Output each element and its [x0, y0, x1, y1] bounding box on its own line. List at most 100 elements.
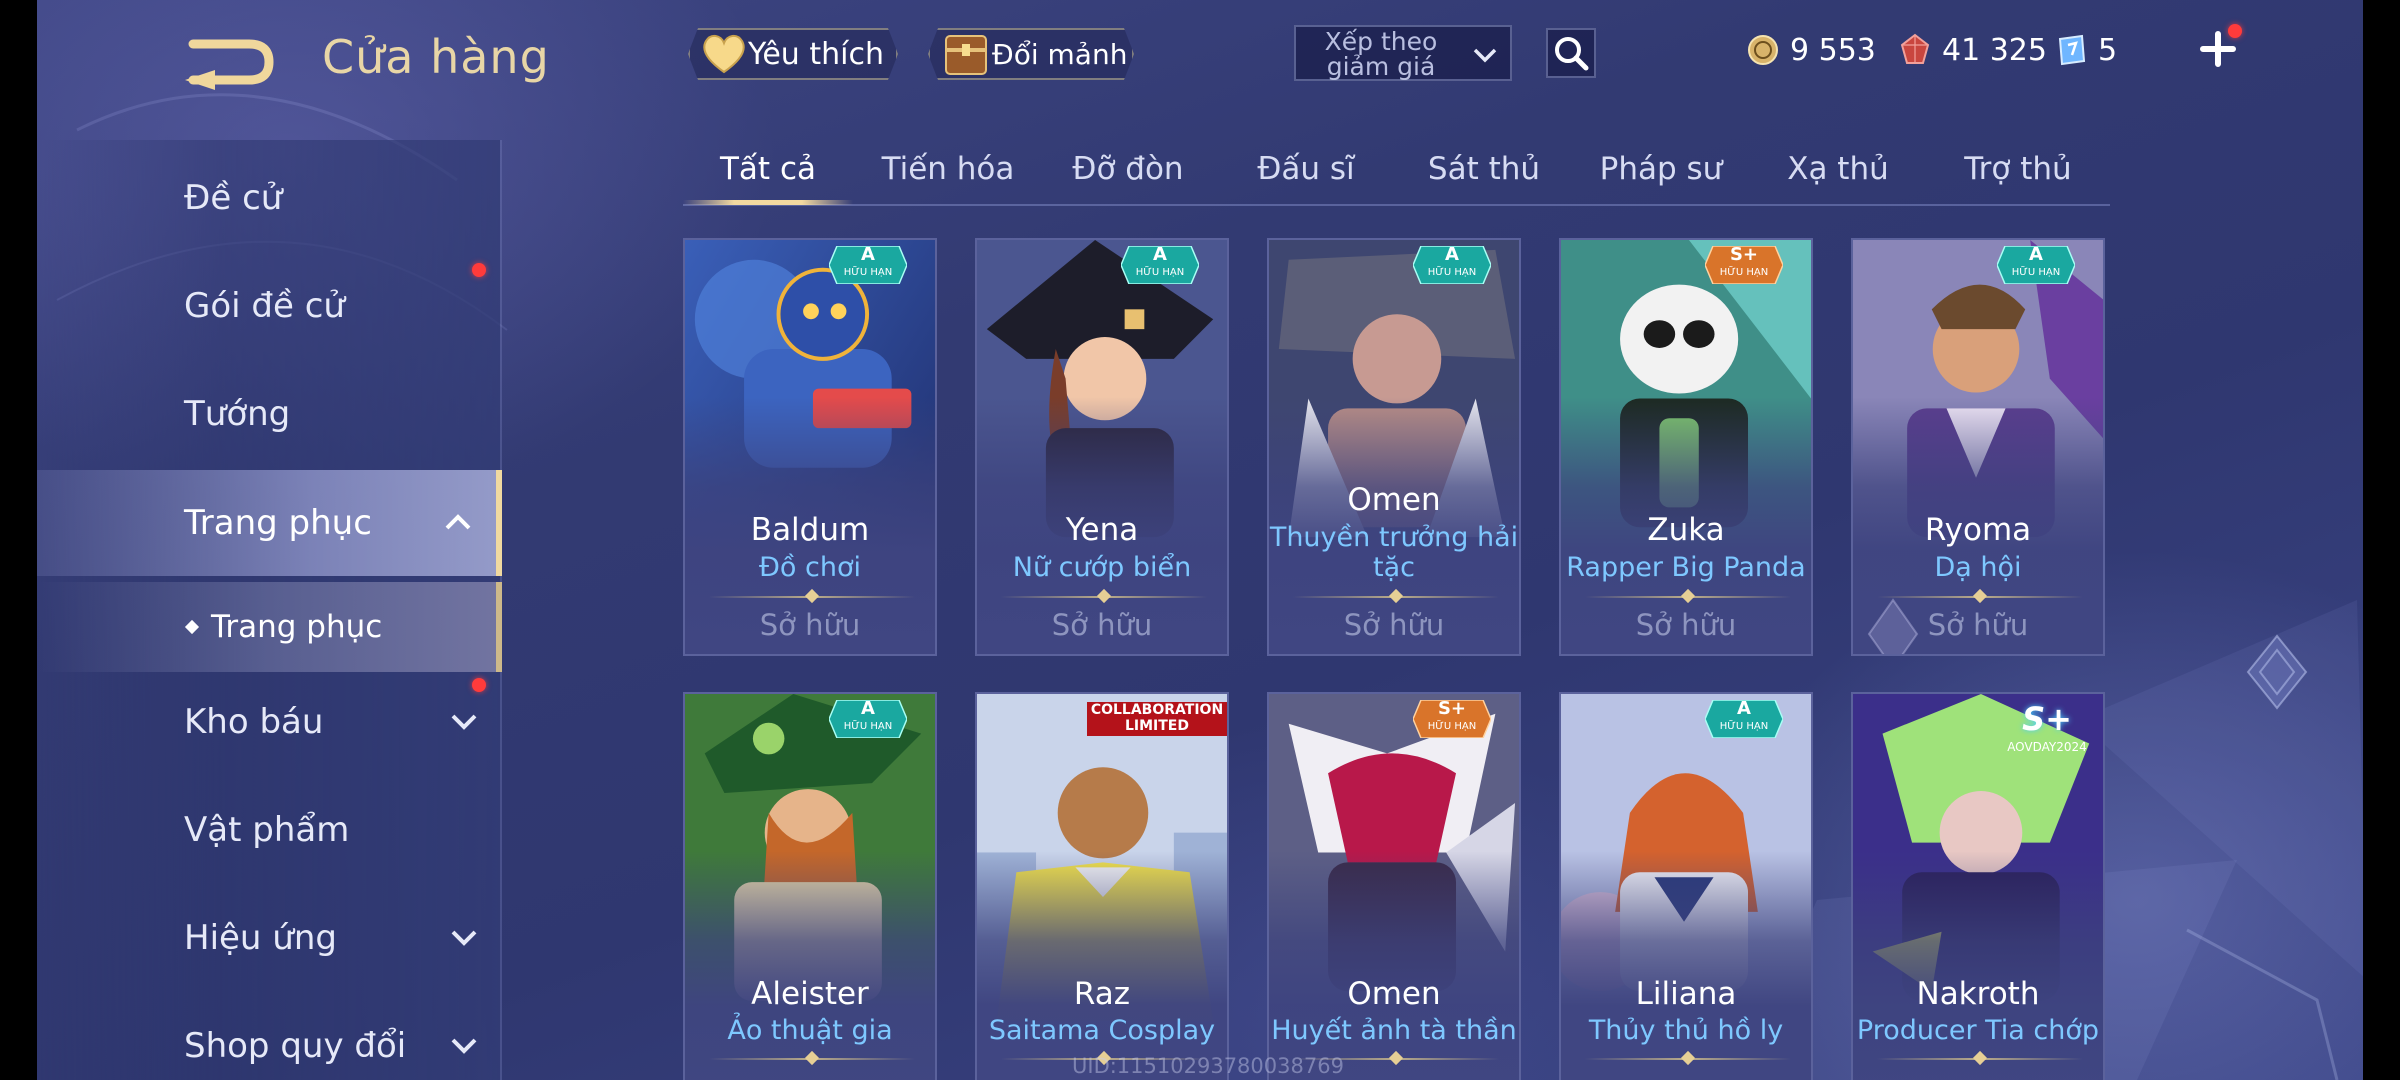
- shop-screen: Cửa hàng Yêu thích Đổi mảnh Xếp theo giả…: [0, 0, 2400, 1080]
- screen-edge-right: [2363, 0, 2400, 1080]
- chevron-down-icon: [451, 714, 477, 730]
- search-icon: [1555, 37, 1589, 71]
- limited-label: HỮU HẠN: [843, 267, 893, 278]
- tier-badge: A HỮU HẠN: [1705, 700, 1783, 738]
- limited-label: HỮU HẠN: [1427, 267, 1477, 278]
- tab-fighter[interactable]: Đấu sĩ: [1221, 146, 1391, 198]
- tier-label: A: [1445, 244, 1459, 265]
- diamond-deco-icon: [2246, 634, 2308, 710]
- sidebar-item-skins[interactable]: Trang phục: [37, 470, 502, 576]
- sidebar-item-label: Gói đề cử: [184, 286, 345, 326]
- owned-status: Sở hữu: [759, 608, 861, 642]
- sidebar-item-effects[interactable]: Hiệu ứng: [37, 892, 502, 984]
- skin-name: Saitama Cosplay: [988, 1015, 1216, 1046]
- tab-tank[interactable]: Đỡ đòn: [1043, 146, 1213, 198]
- skin-name: Thuyền trưởng hải tặc: [1269, 522, 1519, 583]
- sidebar-item-exchange-shop[interactable]: Shop quy đổi: [37, 1000, 502, 1080]
- skin-card[interactable]: A HỮU HẠN Yena Nữ cướp biển Sở hữu: [975, 238, 1229, 656]
- owned-status: Sở hữu: [1927, 608, 2029, 642]
- back-button[interactable]: [185, 30, 275, 90]
- tab-evolution[interactable]: Tiến hóa: [863, 146, 1033, 198]
- tab-support[interactable]: Trợ thủ: [1933, 146, 2103, 198]
- chevron-up-icon: [445, 514, 471, 530]
- skin-card[interactable]: A HỮU HẠN Liliana Thủy thủ hồ ly: [1559, 692, 1813, 1080]
- sidebar-subitem-label: Trang phục: [211, 609, 383, 645]
- limited-label: HỮU HẠN: [2011, 267, 2061, 278]
- tier-badge: S+ HỮU HẠN: [1705, 246, 1783, 284]
- tier-label: A: [1737, 698, 1751, 719]
- tab-mage[interactable]: Pháp sư: [1576, 146, 1746, 198]
- sidebar-item-treasure[interactable]: Kho báu: [37, 676, 502, 768]
- sidebar-item-heroes[interactable]: Tướng: [37, 368, 502, 460]
- skin-card[interactable]: A HỮU HẠN Baldum Đồ chơi Sở hữu: [683, 238, 937, 656]
- tab-marksman[interactable]: Xạ thủ: [1753, 146, 1923, 198]
- tier-badge: A HỮU HẠN: [829, 246, 907, 284]
- favorites-button[interactable]: Yêu thích: [688, 28, 898, 80]
- owned-status: Sở hữu: [1635, 608, 1737, 642]
- chevron-down-icon: [451, 1038, 477, 1054]
- skin-card[interactable]: S+ HỮU HẠN Omen Huyết ảnh tà thần: [1267, 692, 1521, 1080]
- favorites-label: Yêu thích: [748, 36, 884, 72]
- sidebar-item-items[interactable]: Vật phẩm: [37, 784, 502, 876]
- gold-coin-value: 9 553: [1790, 32, 1876, 68]
- tier-label: S+: [1437, 698, 1467, 719]
- skin-card[interactable]: COLLABORATION LIMITED Raz Saitama Cospla…: [975, 692, 1229, 1080]
- skin-card[interactable]: S+ AOVDAY2024 Nakroth Producer Tia chớp: [1851, 692, 2105, 1080]
- exchange-shards-button[interactable]: Đổi mảnh: [928, 28, 1134, 80]
- card-divider: [709, 596, 915, 598]
- tab-all[interactable]: Tất cả: [683, 146, 853, 198]
- tier-label: S+: [2022, 700, 2072, 738]
- hero-name: Omen: [1347, 976, 1441, 1012]
- sidebar-item-label: Đề cử: [184, 178, 283, 218]
- skin-card[interactable]: A HỮU HẠN Ryoma Dạ hội Sở hữu: [1851, 238, 2105, 656]
- skin-name: Thủy thủ hồ ly: [1588, 1015, 1784, 1046]
- owned-status: Sở hữu: [1051, 608, 1153, 642]
- card-divider: [1877, 1058, 2083, 1060]
- treasure-chest-icon: [942, 30, 992, 78]
- tab-assassin[interactable]: Sát thủ: [1399, 146, 1569, 198]
- sidebar-item-label: Hiệu ứng: [184, 918, 337, 958]
- skin-name: Huyết ảnh tà thần: [1271, 1015, 1517, 1046]
- owned-status: Sở hữu: [1343, 608, 1445, 642]
- sidebar-item-label: Tướng: [184, 394, 291, 434]
- event-tier-badge: S+ AOVDAY2024: [1999, 700, 2095, 760]
- hero-name: Raz: [1073, 976, 1131, 1012]
- tier-badge: A HỮU HẠN: [1997, 246, 2075, 284]
- gold-coin-icon: [1748, 35, 1778, 65]
- search-button[interactable]: [1546, 28, 1596, 78]
- ruby-gem-icon: [1900, 33, 1930, 64]
- tier-label: A: [861, 244, 875, 265]
- tier-badge: A HỮU HẠN: [829, 700, 907, 738]
- collab-badge: COLLABORATION LIMITED: [1087, 702, 1227, 736]
- uid-watermark: UID:1151029378003876​9: [1072, 1054, 1344, 1078]
- hero-name: Aleister: [751, 976, 869, 1012]
- card-divider: [709, 1058, 915, 1060]
- sidebar-item-label: Trang phục: [184, 503, 372, 543]
- ruby-balance: 41 325: [1898, 28, 2047, 72]
- skin-card[interactable]: S+ HỮU HẠN Zuka Rapper Big Panda Sở hữu: [1559, 238, 1813, 656]
- exchange-label: Đổi mảnh: [992, 37, 1128, 71]
- tier-label: A: [861, 698, 875, 719]
- hero-name: Yena: [1065, 512, 1139, 548]
- gold-coin-balance: 9 553: [1746, 28, 1876, 72]
- limited-label: HỮU HẠN: [843, 721, 893, 732]
- sidebar-item-recommended-bundles[interactable]: Gói đề cử: [37, 260, 502, 352]
- notification-dot: [472, 263, 486, 277]
- limited-label: HỮU HẠN: [1719, 721, 1769, 732]
- skin-card[interactable]: A HỮU HẠN Aleister Ảo thuật gia: [683, 692, 937, 1080]
- hero-name: Liliana: [1635, 976, 1737, 1012]
- notification-dot: [2228, 24, 2242, 38]
- back-arrow-icon: [185, 39, 274, 90]
- skin-name: Dạ hội: [1934, 552, 2022, 583]
- sort-dropdown[interactable]: Xếp theo giảm giá: [1294, 25, 1512, 81]
- skin-name: Rapper Big Panda: [1566, 552, 1806, 583]
- sidebar-subitem-skins[interactable]: Trang phục: [37, 582, 502, 672]
- tier-label: S+: [1729, 244, 1759, 265]
- skin-name: Ảo thuật gia: [727, 1015, 893, 1046]
- sidebar-item-recommended[interactable]: Đề cử: [37, 152, 502, 244]
- skin-name: Producer Tia chớp: [1856, 1015, 2100, 1046]
- sort-label: Xếp theo giảm giá: [1324, 27, 1438, 81]
- sidebar-item-label: Kho báu: [184, 702, 324, 742]
- skin-card[interactable]: A HỮU HẠN Omen Thuyền trưởng hải tặc Sở …: [1267, 238, 1521, 656]
- page-title: Cửa hàng: [322, 30, 550, 84]
